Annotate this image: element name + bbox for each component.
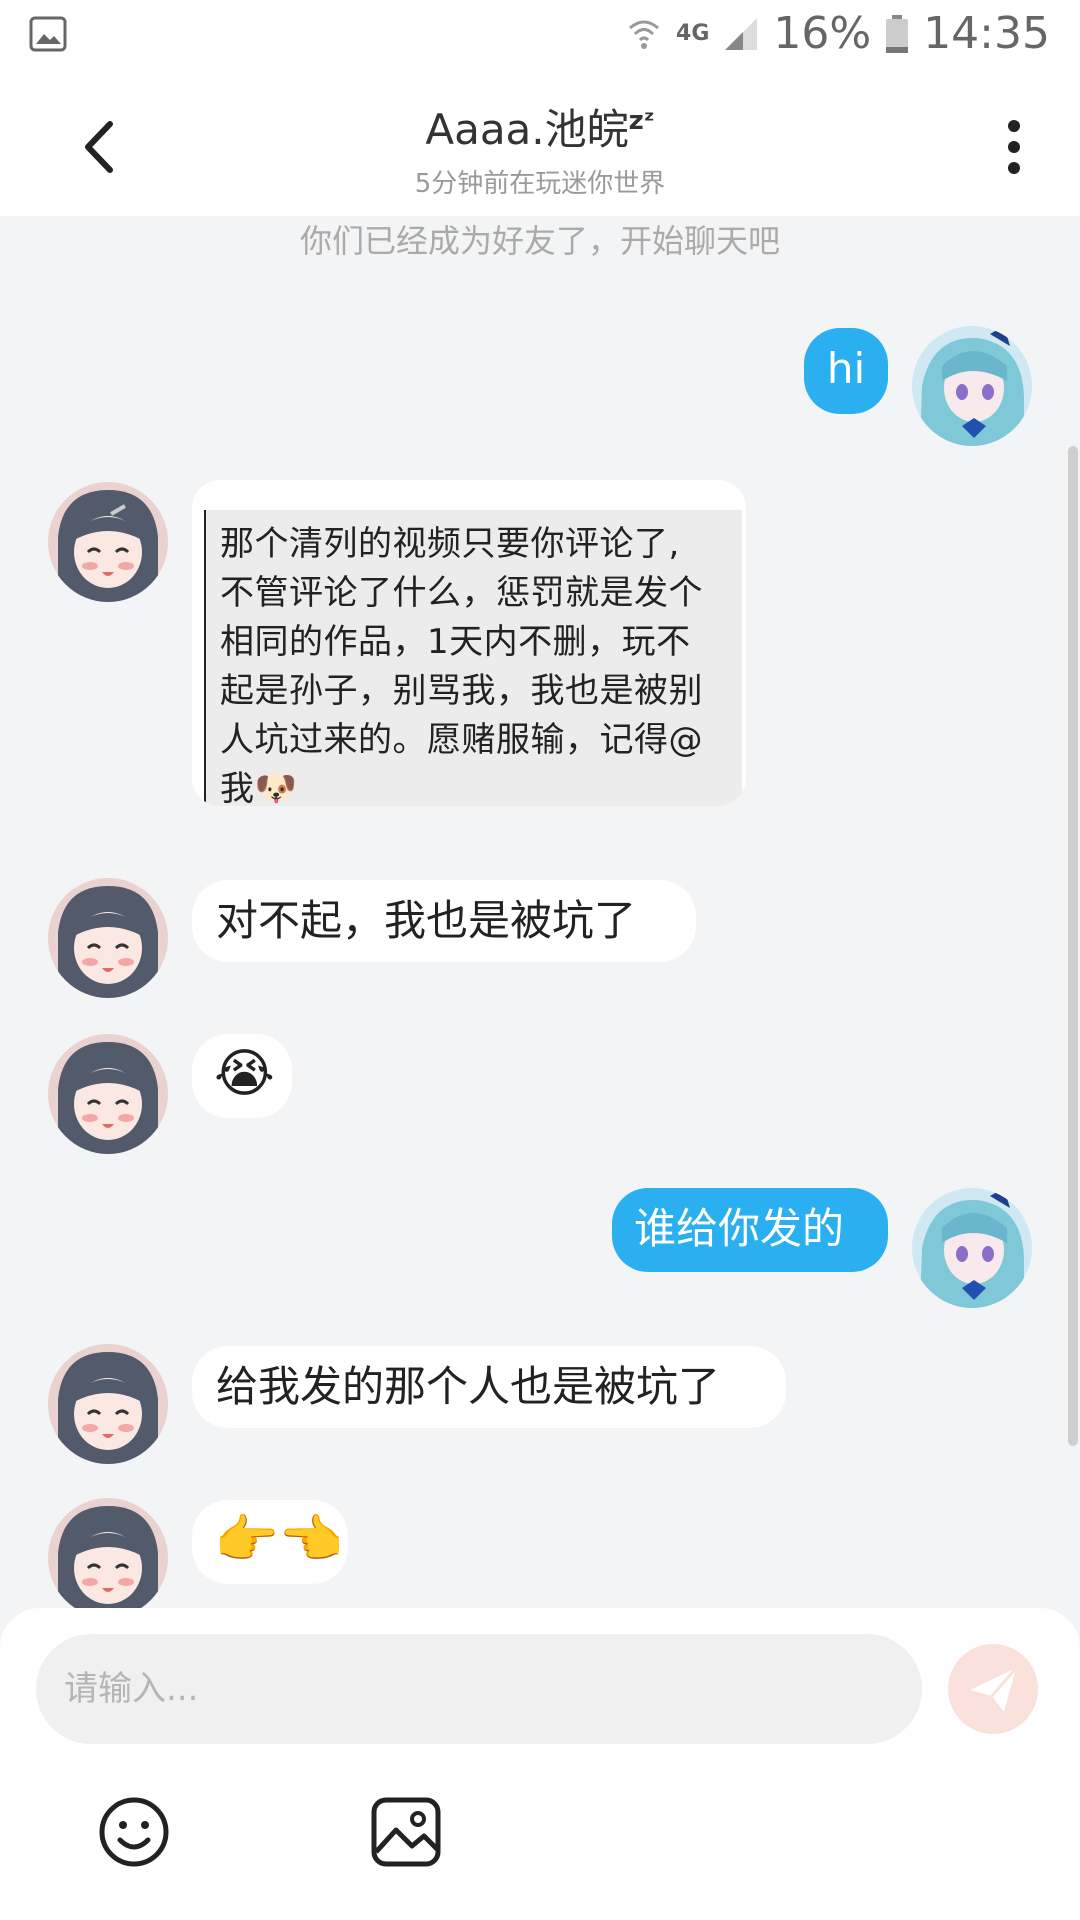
network-type: 4G <box>676 21 710 46</box>
screenshot-line: 相同的作品，1天内不删，玩不 <box>220 622 691 662</box>
emoji-icon <box>99 1797 169 1867</box>
contact-name-text: Aaaa.池皖 <box>425 105 629 154</box>
image-button[interactable] <box>368 1794 444 1870</box>
incoming-emoji-message[interactable]: 👉👈 <box>192 1500 348 1584</box>
wifi-icon <box>626 16 662 52</box>
contact-avatar[interactable] <box>48 878 168 998</box>
image-icon <box>371 1797 441 1867</box>
message-list[interactable]: 你们已经成为好友了，开始聊天吧 hi 那个清列的视频只要你评论了, 不管评论了什… <box>0 216 1080 1608</box>
message-text: hi <box>826 344 866 393</box>
shared-screenshot: 那个清列的视频只要你评论了, 不管评论了什么，惩罚就是发个 相同的作品，1天内不… <box>204 510 742 806</box>
more-options-button[interactable] <box>994 112 1034 182</box>
incoming-message[interactable]: 给我发的那个人也是被坑了 <box>192 1346 786 1428</box>
scrollbar[interactable] <box>1068 446 1078 1446</box>
contact-avatar[interactable] <box>48 482 168 602</box>
signal-icon <box>723 16 759 52</box>
contact-name: Aaaa.池皖zᶻ <box>0 96 1080 157</box>
screenshot-line: 我🐶 <box>220 769 298 806</box>
screenshot-line: 不管评论了什么，惩罚就是发个 <box>220 573 703 613</box>
incoming-message[interactable]: 对不起，我也是被坑了 <box>192 880 696 962</box>
screenshot-line: 那个清列的视频只要你评论了, <box>220 524 680 564</box>
outgoing-message[interactable]: hi <box>804 328 888 414</box>
gallery-icon <box>28 14 68 54</box>
image-message[interactable]: 那个清列的视频只要你评论了, 不管评论了什么，惩罚就是发个 相同的作品，1天内不… <box>192 480 746 806</box>
send-icon <box>970 1667 1018 1712</box>
screenshot-line: 人坑过来的。愿赌服输，记得@ <box>220 720 703 760</box>
crying-emoji: 😭 <box>214 1044 275 1104</box>
emoji-button[interactable] <box>96 1794 172 1870</box>
message-text: 谁给你发的 <box>634 1204 845 1253</box>
contact-avatar[interactable] <box>48 1344 168 1464</box>
outgoing-message[interactable]: 谁给你发的 <box>612 1188 888 1272</box>
contact-avatar[interactable] <box>48 1034 168 1154</box>
message-composer <box>0 1608 1080 1920</box>
battery-icon <box>885 14 909 54</box>
contact-avatar[interactable] <box>48 1498 168 1608</box>
more-vert-icon <box>1008 120 1020 174</box>
chat-header: Aaaa.池皖zᶻ 5分钟前在玩迷你世界 <box>0 72 1080 216</box>
my-avatar[interactable] <box>912 326 1032 446</box>
sleep-indicator: zᶻ <box>628 106 655 136</box>
finger-pointing-emoji: 👉👈 <box>214 1510 344 1570</box>
my-avatar[interactable] <box>912 1188 1032 1308</box>
system-note: 你们已经成为好友了，开始聊天吧 <box>299 222 780 260</box>
message-text: 对不起，我也是被坑了 <box>216 896 637 945</box>
send-button[interactable] <box>948 1644 1038 1734</box>
message-text: 给我发的那个人也是被坑了 <box>216 1362 721 1411</box>
status-bar: 4G 16% 14:35 <box>0 0 1080 72</box>
battery-percent: 16% <box>773 8 872 59</box>
message-input[interactable] <box>36 1634 922 1744</box>
clock: 14:35 <box>923 8 1050 59</box>
screenshot-line: 起是孙子，别骂我，我也是被别 <box>220 671 703 711</box>
incoming-emoji-message[interactable]: 😭 <box>192 1034 292 1118</box>
contact-status: 5分钟前在玩迷你世界 <box>414 169 666 199</box>
